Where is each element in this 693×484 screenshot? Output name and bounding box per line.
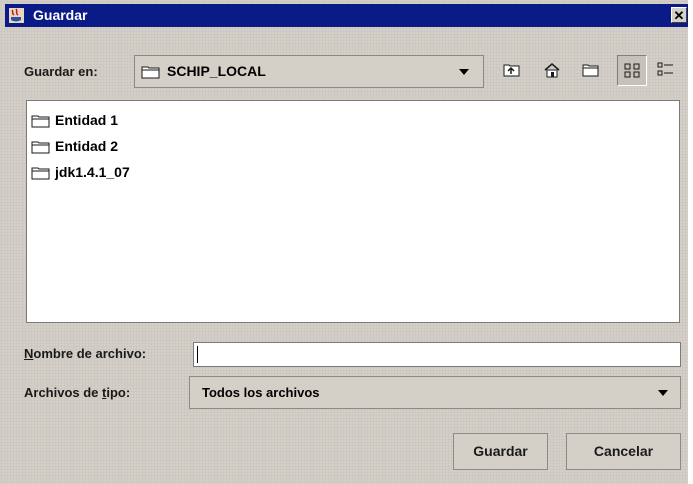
filetype-label: Archivos de tipo:: [24, 385, 130, 400]
home-button[interactable]: [537, 55, 567, 86]
up-folder-button[interactable]: [497, 55, 527, 86]
filetype-label-end: ipo:: [106, 385, 131, 400]
lookin-value: SCHIP_LOCAL: [167, 63, 266, 79]
list-view-button[interactable]: [617, 55, 647, 86]
close-button[interactable]: ✕: [671, 7, 687, 23]
folder-icon: [31, 141, 50, 154]
filename-label: Nombre de archivo:: [24, 346, 146, 361]
filename-input[interactable]: [193, 342, 681, 367]
file-name: Entidad 2: [55, 138, 119, 154]
window-edge: [688, 0, 693, 484]
window-title: Guardar: [33, 7, 88, 23]
title-bar[interactable]: Guardar ✕: [5, 4, 688, 27]
filetype-combo[interactable]: Todos los archivos: [189, 376, 681, 409]
details-view-icon: [657, 62, 673, 76]
new-folder-icon: [582, 64, 599, 77]
save-button[interactable]: Guardar: [453, 433, 548, 470]
folder-icon: [141, 66, 160, 79]
lookin-combo[interactable]: SCHIP_LOCAL: [134, 55, 484, 88]
chevron-down-icon[interactable]: [459, 69, 469, 75]
save-dialog: Guardar ✕ Guardar en: SCHIP_LOCAL Entida…: [0, 0, 688, 484]
file-list[interactable]: Entidad 1 Entidad 2 jdk1.4.1_07: [26, 100, 680, 323]
filename-label-mnemonic: N: [24, 346, 34, 361]
new-folder-button[interactable]: [576, 55, 606, 86]
java-app-icon: [9, 8, 24, 23]
filetype-value: Todos los archivos: [202, 385, 320, 400]
up-folder-icon: [503, 64, 520, 77]
folder-icon: [31, 115, 50, 128]
file-name: jdk1.4.1_07: [55, 164, 130, 180]
filename-label-text: ombre de archivo:: [33, 346, 147, 361]
folder-icon: [31, 167, 50, 180]
details-view-button[interactable]: [651, 55, 681, 86]
cancel-button[interactable]: Cancelar: [566, 433, 681, 470]
lookin-label: Guardar en:: [24, 64, 98, 79]
list-view-icon: [624, 63, 640, 78]
file-name: Entidad 1: [55, 112, 119, 128]
home-icon: [544, 63, 560, 78]
text-caret: [197, 346, 198, 363]
filetype-label-start: Archivos de: [24, 385, 103, 400]
chevron-down-icon[interactable]: [658, 390, 668, 396]
close-icon: ✕: [673, 8, 685, 23]
